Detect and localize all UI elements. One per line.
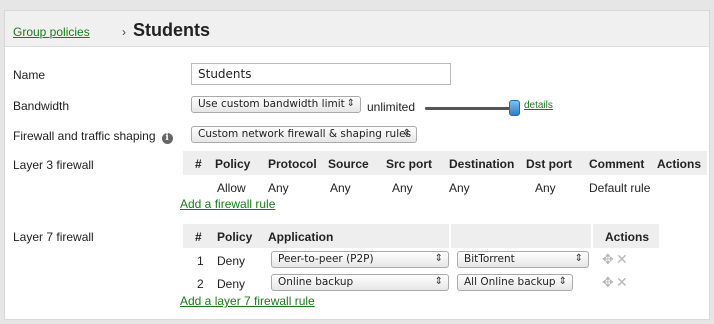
l7-row2-detail-value: All Online backup [464, 276, 556, 288]
select-arrow-icon: ⇕ [346, 98, 355, 109]
bandwidth-select[interactable]: Use custom bandwidth limit ⇕ [191, 96, 361, 113]
delete-icon[interactable]: ✕ [616, 275, 628, 289]
l3-col-src-port: Src port [386, 157, 433, 171]
l3-row-comment: Default rule [589, 181, 651, 195]
name-input[interactable]: Students [191, 63, 451, 85]
l7-row1-num: 1 [197, 254, 204, 268]
info-icon[interactable]: i [161, 133, 173, 144]
layer7-table-header-detail [451, 224, 591, 248]
l3-col-protocol: Protocol [268, 157, 317, 171]
l7-row2-policy: Deny [217, 277, 246, 291]
add-firewall-rule-link[interactable]: Add a firewall rule [180, 197, 275, 211]
bandwidth-details-link[interactable]: details [524, 100, 553, 111]
firewall-shaping-select-value: Custom network firewall & shaping rules [198, 128, 412, 140]
l7-row1-detail-select[interactable]: BitTorrent ⇕ [457, 251, 589, 268]
move-icon[interactable]: ✥ [602, 252, 614, 266]
firewall-shaping-label-text: Firewall and traffic shaping [13, 129, 156, 143]
breadcrumb-separator: › [122, 25, 126, 39]
l7-col-policy: Policy [217, 230, 253, 244]
add-layer7-rule-link[interactable]: Add a layer 7 firewall rule [180, 294, 315, 308]
l7-col-application: Application [268, 230, 334, 244]
l7-col-actions: Actions [605, 230, 650, 244]
l3-row-dst-port: Any [535, 181, 556, 195]
l3-col-policy: Policy [215, 157, 251, 171]
l3-row-source: Any [330, 181, 351, 195]
l3-col-num: # [195, 157, 202, 171]
firewall-shaping-select[interactable]: Custom network firewall & shaping rules … [191, 126, 417, 143]
select-arrow-icon: ⇕ [558, 276, 567, 287]
l3-col-source: Source [328, 157, 369, 171]
l7-row1-application-select[interactable]: Peer-to-peer (P2P) ⇕ [271, 251, 449, 268]
l7-row2-application-value: Online backup [278, 276, 354, 288]
bandwidth-limit-text: unlimited [367, 100, 416, 114]
layer3-firewall-label: Layer 3 firewall [13, 158, 94, 172]
select-arrow-icon: ⇕ [402, 128, 411, 139]
l3-col-comment: Comment [589, 157, 645, 171]
layer7-firewall-label: Layer 7 firewall [13, 230, 94, 244]
l3-row-policy: Allow [217, 181, 246, 195]
l3-col-actions: Actions [657, 157, 702, 171]
l7-row2-num: 2 [197, 277, 204, 291]
bandwidth-slider-handle[interactable] [509, 100, 520, 116]
l3-col-destination: Destination [449, 157, 515, 171]
firewall-shaping-label: Firewall and traffic shaping i [13, 129, 173, 144]
select-arrow-icon: ⇕ [574, 253, 583, 264]
l3-row-destination: Any [449, 181, 470, 195]
l7-row1-detail-value: BitTorrent [464, 253, 515, 265]
l3-row-src-port: Any [392, 181, 413, 195]
l3-row-protocol: Any [268, 181, 289, 195]
l7-col-num: # [195, 230, 202, 244]
l3-col-dst-port: Dst port [526, 157, 572, 171]
breadcrumb-group-policies[interactable]: Group policies [13, 25, 90, 39]
delete-icon[interactable]: ✕ [616, 252, 628, 266]
page-title: Students [133, 20, 211, 40]
move-icon[interactable]: ✥ [602, 275, 614, 289]
bandwidth-label: Bandwidth [13, 99, 70, 113]
bandwidth-select-value: Use custom bandwidth limit [198, 98, 345, 110]
l7-row1-application-value: Peer-to-peer (P2P) [278, 253, 374, 265]
l7-row1-policy: Deny [217, 254, 246, 268]
l7-row2-detail-select[interactable]: All Online backup ⇕ [457, 274, 573, 291]
select-arrow-icon: ⇕ [434, 276, 443, 287]
bandwidth-slider-fill [425, 107, 515, 110]
select-arrow-icon: ⇕ [434, 253, 443, 264]
page-header: Group policies › Students [5, 11, 709, 47]
bandwidth-slider[interactable] [425, 107, 515, 110]
group-policy-panel: Group policies › Students Name Students … [4, 10, 710, 320]
name-label: Name [13, 68, 46, 82]
l7-row2-application-select[interactable]: Online backup ⇕ [271, 274, 449, 291]
